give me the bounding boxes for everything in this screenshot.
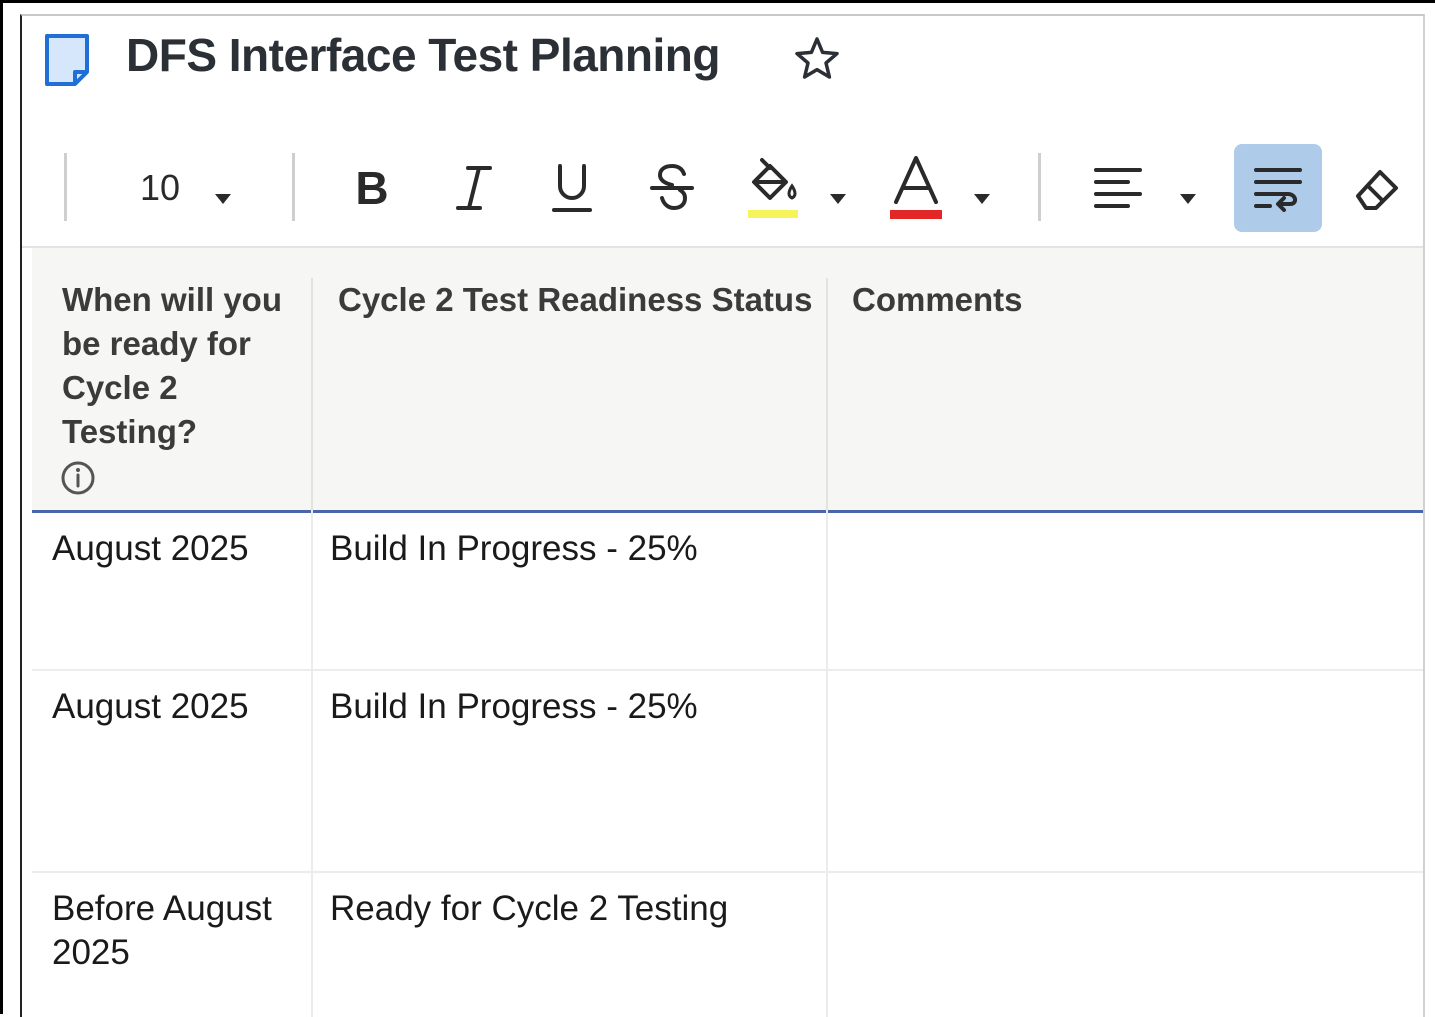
table-row[interactable]: August 2025 Build In Progress - 25% xyxy=(32,671,1423,873)
table-header: When will you be ready for Cycle 2 Testi… xyxy=(32,248,1423,513)
fill-color-chevron-down-icon[interactable] xyxy=(830,194,846,204)
cell-status[interactable]: Ready for Cycle 2 Testing xyxy=(330,887,810,931)
info-icon[interactable] xyxy=(60,460,96,496)
cell-ready[interactable]: Before August 2025 xyxy=(52,887,302,975)
cell-status[interactable]: Build In Progress - 25% xyxy=(330,685,810,729)
toolbar-separator xyxy=(64,153,67,221)
italic-icon[interactable] xyxy=(446,160,502,216)
sheet-document-icon xyxy=(45,34,89,86)
cell-ready[interactable]: August 2025 xyxy=(52,685,302,729)
strikethrough-icon[interactable] xyxy=(644,160,700,216)
sheet-panel: DFS Interface Test Planning 10 B When wi… xyxy=(20,14,1425,1017)
favorite-star-icon[interactable] xyxy=(792,34,842,84)
table-row[interactable]: August 2025 Build In Progress - 25% xyxy=(32,513,1423,671)
font-size-value: 10 xyxy=(140,167,181,208)
bold-icon: B xyxy=(355,162,389,214)
font-size-dropdown[interactable]: 10 xyxy=(122,160,212,216)
column-divider xyxy=(826,278,828,510)
data-table: When will you be ready for Cycle 2 Testi… xyxy=(32,248,1423,1013)
toolbar-separator xyxy=(292,153,295,221)
formatting-toolbar: 10 B xyxy=(22,138,1423,248)
font-size-chevron-down-icon[interactable] xyxy=(215,194,231,204)
fill-color-bucket-icon[interactable] xyxy=(744,152,804,222)
column-divider xyxy=(311,510,313,1017)
eraser-clear-format-icon[interactable] xyxy=(1350,160,1406,216)
align-left-icon[interactable] xyxy=(1090,160,1146,216)
title-bar: DFS Interface Test Planning xyxy=(22,16,1423,126)
cell-ready[interactable]: August 2025 xyxy=(52,527,302,571)
text-color-icon[interactable] xyxy=(888,152,944,222)
bold-button[interactable]: B xyxy=(344,160,400,216)
window-frame: DFS Interface Test Planning 10 B When wi… xyxy=(0,0,1435,1017)
table-row[interactable]: Before August 2025 Ready for Cycle 2 Tes… xyxy=(32,873,1423,1013)
underline-icon[interactable] xyxy=(544,160,600,216)
align-chevron-down-icon[interactable] xyxy=(1180,194,1196,204)
page-title: DFS Interface Test Planning xyxy=(126,29,720,81)
column-header-comments[interactable]: Comments xyxy=(852,278,1392,322)
column-divider xyxy=(826,510,828,1017)
column-divider xyxy=(311,278,313,510)
cell-status[interactable]: Build In Progress - 25% xyxy=(330,527,810,571)
wrap-text-icon xyxy=(1254,168,1302,212)
column-header-status[interactable]: Cycle 2 Test Readiness Status xyxy=(338,278,818,322)
toolbar-separator xyxy=(1038,153,1041,221)
column-header-ready[interactable]: When will you be ready for Cycle 2 Testi… xyxy=(62,278,298,454)
wrap-text-button[interactable] xyxy=(1234,144,1322,232)
table-body: August 2025 Build In Progress - 25% Augu… xyxy=(32,513,1423,1013)
text-color-chevron-down-icon[interactable] xyxy=(974,194,990,204)
